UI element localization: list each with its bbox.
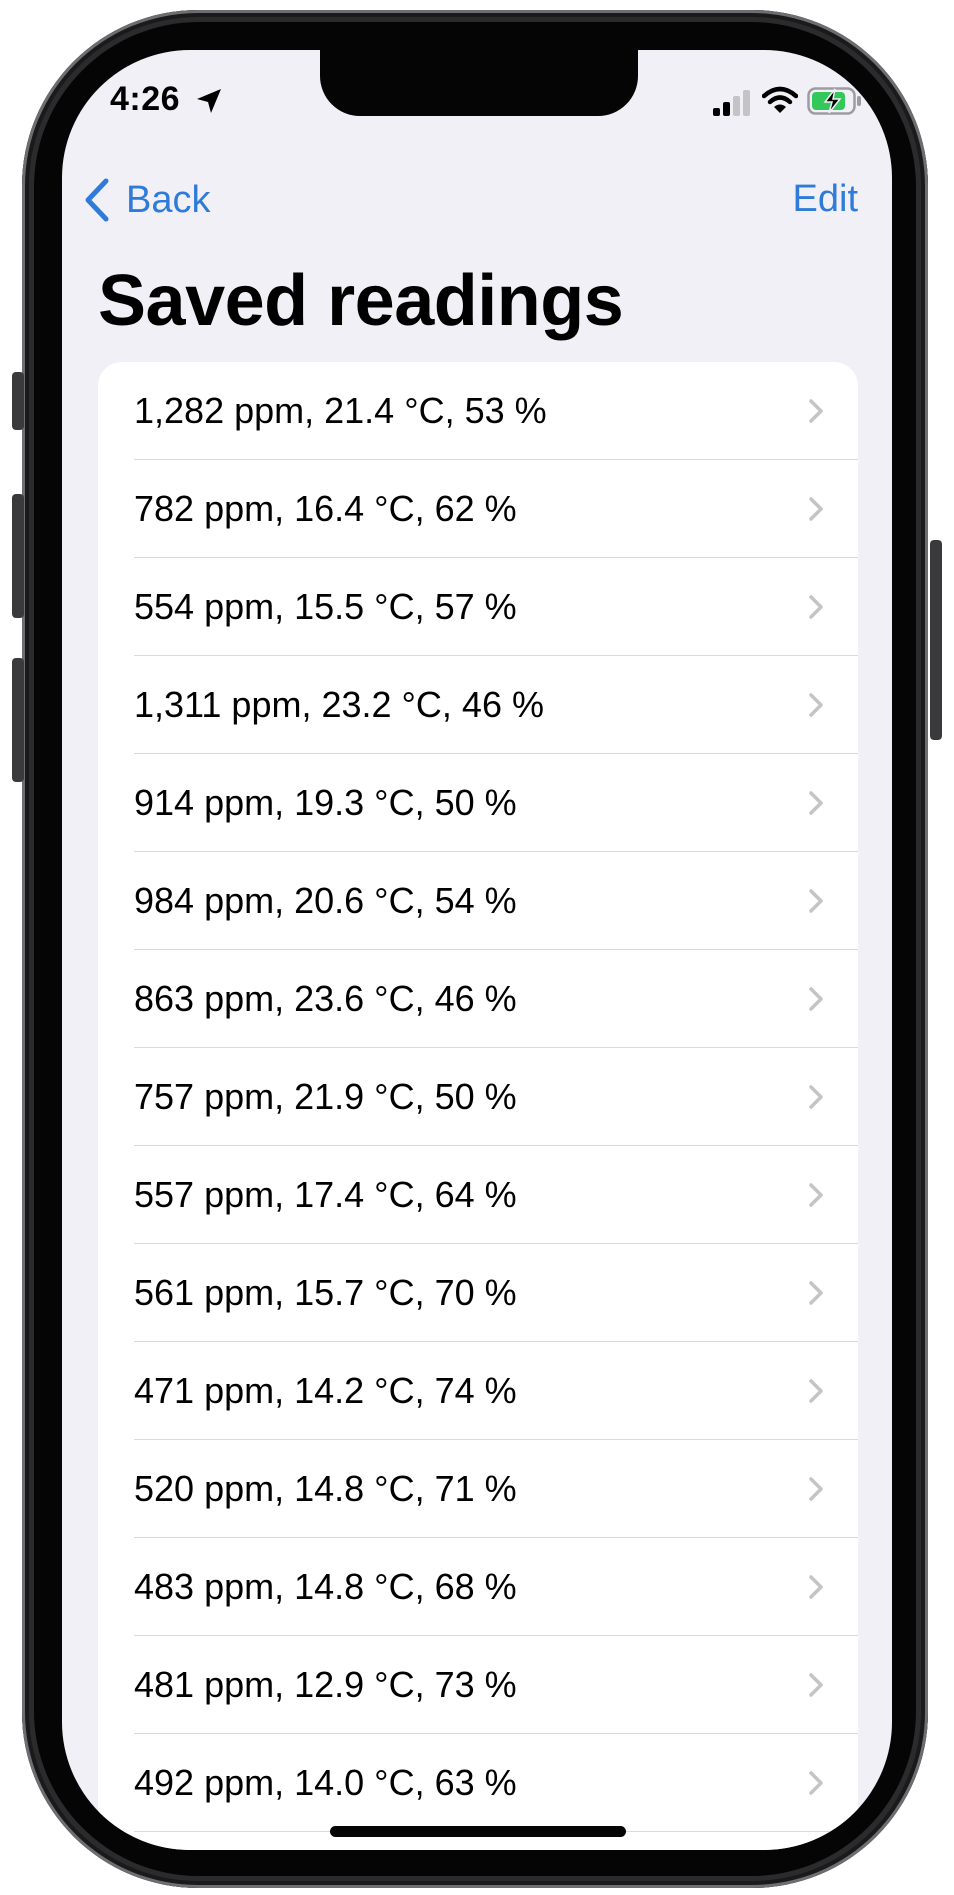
battery-charging-icon [807, 87, 861, 115]
chevron-right-icon [809, 1281, 823, 1305]
readings-list: 1,282 ppm, 21.4 °C, 53 % 782 ppm, 16.4 °… [98, 362, 858, 1850]
reading-label: 483 ppm, 14.8 °C, 68 % [134, 1566, 517, 1607]
chevron-right-icon [809, 1771, 823, 1795]
reading-label: 554 ppm, 15.5 °C, 57 % [134, 586, 517, 627]
back-button[interactable]: Back [82, 170, 210, 230]
list-item[interactable]: 757 ppm, 21.9 °C, 50 % [98, 1048, 858, 1146]
chevron-right-icon [809, 1673, 823, 1697]
chevron-right-icon [809, 987, 823, 1011]
reading-label: 914 ppm, 19.3 °C, 50 % [134, 782, 517, 823]
chevron-right-icon [809, 595, 823, 619]
list-item[interactable]: 1,282 ppm, 21.4 °C, 53 % [98, 362, 858, 460]
list-item[interactable]: 1,311 ppm, 23.2 °C, 46 % [98, 656, 858, 754]
reading-label: 757 ppm, 21.9 °C, 50 % [134, 1076, 517, 1117]
list-item[interactable]: 483 ppm, 14.8 °C, 68 % [98, 1538, 858, 1636]
reading-label: 557 ppm, 17.4 °C, 64 % [134, 1174, 517, 1215]
location-arrow-icon [197, 89, 221, 113]
list-item[interactable]: 481 ppm, 12.9 °C, 73 % [98, 1636, 858, 1734]
chevron-right-icon [809, 1379, 823, 1403]
edit-button[interactable]: Edit [793, 178, 858, 221]
chevron-right-icon [809, 889, 823, 913]
side-button-volume-down [12, 658, 24, 782]
list-item[interactable]: 863 ppm, 23.6 °C, 46 % [98, 950, 858, 1048]
list-item[interactable]: 782 ppm, 16.4 °C, 62 % [98, 460, 858, 558]
cellular-signal-icon [713, 90, 750, 116]
status-time: 4:26 [110, 80, 181, 118]
reading-label: 520 ppm, 14.8 °C, 71 % [134, 1468, 517, 1509]
list-item[interactable]: 520 ppm, 14.8 °C, 71 % [98, 1440, 858, 1538]
reading-label: 1,282 ppm, 21.4 °C, 53 % [134, 390, 547, 431]
chevron-right-icon [809, 1183, 823, 1207]
reading-label: 782 ppm, 16.4 °C, 62 % [134, 488, 517, 529]
home-indicator[interactable] [330, 1826, 626, 1837]
side-button-mute [12, 372, 24, 430]
list-item[interactable]: 984 ppm, 20.6 °C, 54 % [98, 852, 858, 950]
list-item[interactable]: 914 ppm, 19.3 °C, 50 % [98, 754, 858, 852]
list-item[interactable]: 561 ppm, 15.7 °C, 70 % [98, 1244, 858, 1342]
reading-label: 984 ppm, 20.6 °C, 54 % [134, 880, 517, 921]
reading-label: 1,311 ppm, 23.2 °C, 46 % [134, 684, 544, 725]
reading-label: 481 ppm, 12.9 °C, 73 % [134, 1664, 517, 1705]
chevron-right-icon [809, 1477, 823, 1501]
chevron-right-icon [809, 791, 823, 815]
reading-label: 561 ppm, 15.7 °C, 70 % [134, 1272, 517, 1313]
side-button-volume-up [12, 494, 24, 618]
chevron-right-icon [809, 399, 823, 423]
chevron-right-icon [809, 1085, 823, 1109]
list-item[interactable]: 557 ppm, 17.4 °C, 64 % [98, 1146, 858, 1244]
list-item[interactable]: 471 ppm, 14.2 °C, 74 % [98, 1342, 858, 1440]
back-button-label: Back [126, 178, 211, 221]
screen: 4:26 Back Edit Saved readings 1,282 ppm,… [62, 50, 892, 1850]
list-item[interactable]: 554 ppm, 15.5 °C, 57 % [98, 558, 858, 656]
list-item[interactable]: 492 ppm, 14.0 °C, 63 % [98, 1734, 858, 1832]
chevron-right-icon [809, 497, 823, 521]
chevron-right-icon [809, 1575, 823, 1599]
reading-label: 863 ppm, 23.6 °C, 46 % [134, 978, 517, 1019]
chevron-right-icon [809, 693, 823, 717]
chevron-left-icon [85, 178, 109, 222]
reading-label: 471 ppm, 14.2 °C, 74 % [134, 1370, 517, 1411]
side-button-power [930, 540, 942, 740]
reading-label: 492 ppm, 14.0 °C, 63 % [134, 1762, 517, 1803]
wifi-icon [762, 86, 798, 113]
notch [320, 50, 638, 116]
page-title: Saved readings [98, 261, 624, 341]
